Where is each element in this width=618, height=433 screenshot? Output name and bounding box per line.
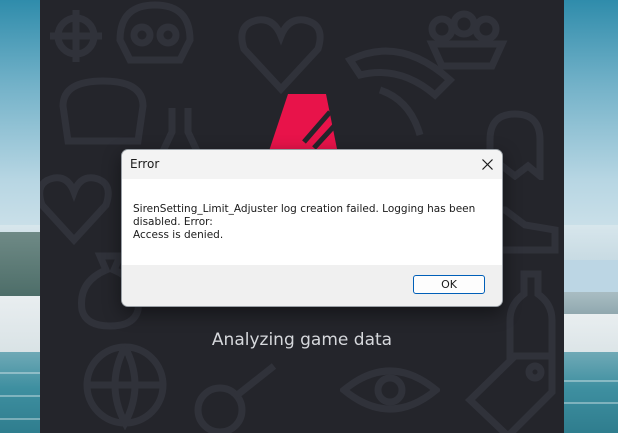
tag-icon: [464, 352, 556, 433]
dialog-body: SirenSetting_Limit_Adjuster log creation…: [122, 179, 502, 265]
error-dialog: Error SirenSetting_Limit_Adjuster log cr…: [121, 149, 503, 307]
loading-status-text: Analyzing game data: [211, 330, 393, 350]
close-icon: [481, 158, 493, 170]
crosshair-icon: [50, 10, 102, 62]
heart-small-icon: [40, 174, 112, 246]
app-logo-icon: [268, 94, 338, 154]
dialog-footer: OK: [122, 265, 502, 306]
globe-icon: [83, 343, 167, 430]
skull-icon: [116, 1, 194, 64]
eye-icon: [340, 367, 440, 413]
dialog-message: SirenSetting_Limit_Adjuster log creation…: [133, 203, 476, 241]
brass-knuckles-icon: [426, 10, 508, 70]
desktop-wallpaper-left: [0, 0, 40, 433]
ok-button[interactable]: OK: [413, 275, 485, 294]
bread-icon: [59, 77, 147, 145]
desktop-wallpaper-right: [564, 0, 618, 433]
desktop-scene: Analyzing game data Error SirenSetting_L…: [0, 0, 618, 433]
dialog-close-button[interactable]: [472, 150, 502, 178]
dialog-title: Error: [130, 157, 160, 171]
dialog-titlebar[interactable]: Error: [122, 150, 502, 179]
heart-icon: [238, 16, 324, 94]
guitar-icon: [194, 363, 277, 433]
